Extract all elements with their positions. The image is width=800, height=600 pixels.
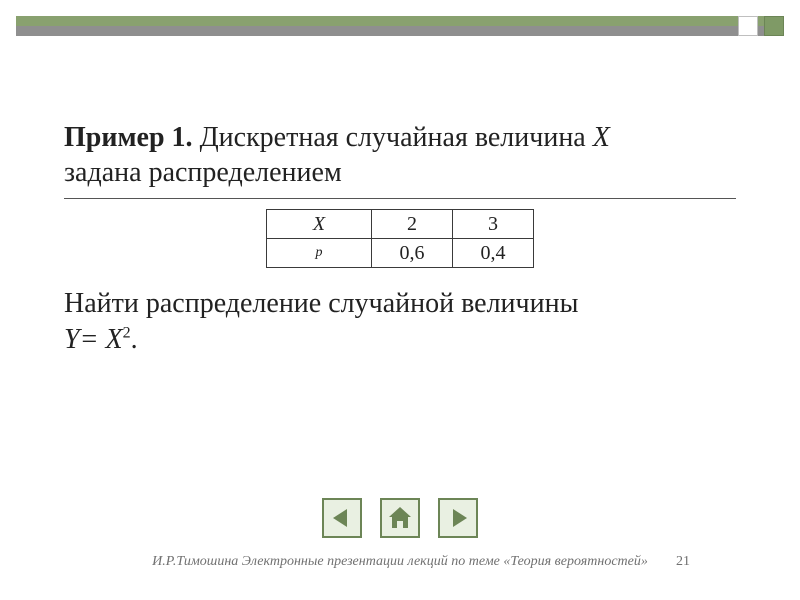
arrow-left-icon	[329, 505, 355, 531]
slide: Пример 1. Дискретная случайная величина …	[0, 0, 800, 600]
task-line1: Найти распределение случайной величины	[64, 288, 578, 319]
next-button[interactable]	[438, 498, 478, 538]
corner-boxes	[738, 16, 784, 36]
heading-rv: X	[593, 122, 610, 153]
table-row: X 2 3	[267, 210, 534, 239]
prev-button[interactable]	[322, 498, 362, 538]
corner-box-empty	[738, 16, 758, 36]
table-cell: 0,4	[453, 239, 534, 268]
heading-bold: Пример 1.	[64, 122, 193, 153]
task-eq-end: .	[131, 324, 138, 355]
distribution-table: X 2 3 p 0,6 0,4	[266, 209, 534, 268]
row-label-p: p	[267, 239, 372, 268]
table-cell: 0,6	[372, 239, 453, 268]
header-bar-green	[16, 16, 784, 26]
home-icon	[386, 504, 414, 532]
page-number: 21	[676, 554, 690, 570]
header-bar-gray	[16, 26, 784, 36]
nav-buttons	[0, 498, 800, 538]
table-cell: 3	[453, 210, 534, 239]
task-eq-left: Y= X	[64, 324, 123, 355]
row-label-x: X	[267, 210, 372, 239]
corner-box-green	[764, 16, 784, 36]
task-text: Найти распределение случайной величины Y…	[64, 286, 736, 359]
arrow-right-icon	[445, 505, 471, 531]
table-row: p 0,6 0,4	[267, 239, 534, 268]
home-button[interactable]	[380, 498, 420, 538]
task-eq-sup: 2	[123, 325, 131, 342]
table-cell: 2	[372, 210, 453, 239]
example-heading: Пример 1. Дискретная случайная величина …	[64, 120, 736, 199]
heading-rest2: задана распределением	[64, 157, 342, 188]
heading-rest1: Дискретная случайная величина	[193, 122, 593, 153]
content-area: Пример 1. Дискретная случайная величина …	[64, 120, 736, 359]
header-bars	[16, 16, 784, 36]
